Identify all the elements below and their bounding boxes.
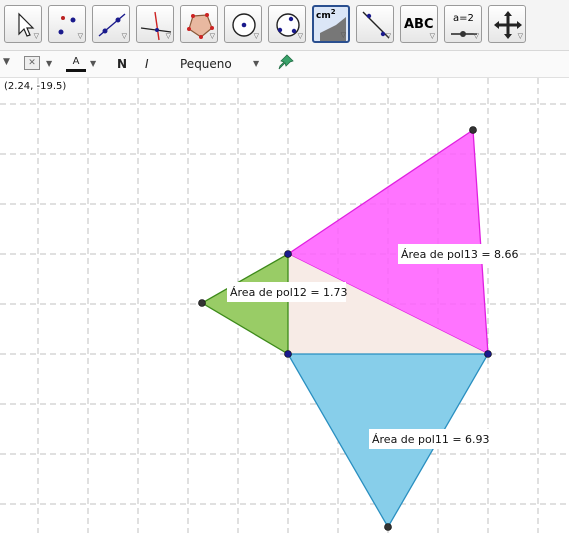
bold-button[interactable]: N — [117, 55, 127, 73]
point-E[interactable] — [198, 299, 206, 307]
submenu-indicator-icon: ▽ — [33, 32, 39, 40]
graphics-view[interactable]: Área de pol13 = 8.66 Área de pol12 = 1.7… — [0, 78, 569, 533]
coordinate-readout: (2.24, -19.5) — [4, 81, 67, 92]
tool-text: cm2 — [316, 8, 336, 21]
label-pol13[interactable]: Área de pol13 = 8.66 — [398, 244, 519, 264]
text-size-dropdown-icon[interactable]: ▼ — [253, 55, 259, 73]
text-color-button[interactable]: A — [66, 55, 86, 72]
tool-text: a=2 — [453, 13, 474, 24]
submenu-indicator-icon: ▽ — [517, 32, 523, 40]
label-pol11-text: Área de pol11 = 6.93 — [372, 433, 490, 446]
submenu-indicator-icon: ▽ — [77, 32, 83, 40]
pin-icon[interactable] — [278, 54, 294, 72]
text-color-dropdown-icon[interactable]: ▼ — [90, 55, 96, 73]
submenu-indicator-icon: ▽ — [121, 32, 127, 40]
perpendicular-tool-button[interactable]: ▽ — [136, 5, 174, 43]
move-tool-button[interactable]: ▽ — [4, 5, 42, 43]
reflect-tool-button[interactable]: ▽ — [356, 5, 394, 43]
submenu-indicator-icon: ▽ — [340, 31, 346, 39]
submenu-indicator-icon: ▽ — [473, 32, 479, 40]
polygon-tool-button[interactable]: ▽ — [180, 5, 218, 43]
tool-text: ABC — [404, 17, 434, 32]
label-pol11[interactable]: Área de pol11 = 6.93 — [369, 429, 490, 449]
move-graphics-view-tool-button[interactable]: ▽ — [488, 5, 526, 43]
point-style-dropdown-icon[interactable]: ▼ — [46, 55, 52, 73]
line-tool-button[interactable]: ▽ — [92, 5, 130, 43]
point-C[interactable] — [484, 350, 492, 358]
point-style-icon[interactable]: ✕ — [24, 56, 40, 70]
circle-tool-button[interactable]: ▽ — [224, 5, 262, 43]
submenu-indicator-icon: ▽ — [385, 32, 391, 40]
submenu-indicator-icon: ▽ — [253, 32, 259, 40]
toolbar: ▽ ▽ ▽ ▽ ▽ ▽ ▽ cm2 ▽ ▽ ABC ▽ a=2 ▽ ▽ — [0, 0, 569, 51]
submenu-indicator-icon: ▽ — [209, 32, 215, 40]
text-tool-button[interactable]: ABC ▽ — [400, 5, 438, 43]
slider-tool-button[interactable]: a=2 ▽ — [444, 5, 482, 43]
style-bar: ▼ ✕ ▼ A ▼ N I Pequeno ▼ — [0, 51, 569, 78]
area-tool-button[interactable]: cm2 ▽ — [312, 5, 350, 43]
point-B[interactable] — [469, 126, 477, 134]
submenu-indicator-icon: ▽ — [165, 32, 171, 40]
italic-button[interactable]: I — [145, 55, 149, 73]
label-pol12[interactable]: Área de pol12 = 1.73 — [227, 282, 348, 302]
point-A[interactable] — [284, 250, 292, 258]
submenu-indicator-icon: ▽ — [429, 32, 435, 40]
point-F[interactable] — [384, 523, 392, 531]
stylebar-menu-toggle-icon[interactable]: ▼ — [3, 53, 10, 71]
label-pol13-text: Área de pol13 = 8.66 — [401, 248, 519, 261]
point-D[interactable] — [284, 350, 292, 358]
submenu-indicator-icon: ▽ — [297, 32, 303, 40]
circle-three-points-tool-button[interactable]: ▽ — [268, 5, 306, 43]
label-pol12-text: Área de pol12 = 1.73 — [230, 286, 348, 299]
point-tool-button[interactable]: ▽ — [48, 5, 86, 43]
text-size-select[interactable]: Pequeno — [180, 55, 232, 73]
polygon-pol12[interactable] — [200, 252, 289, 356]
